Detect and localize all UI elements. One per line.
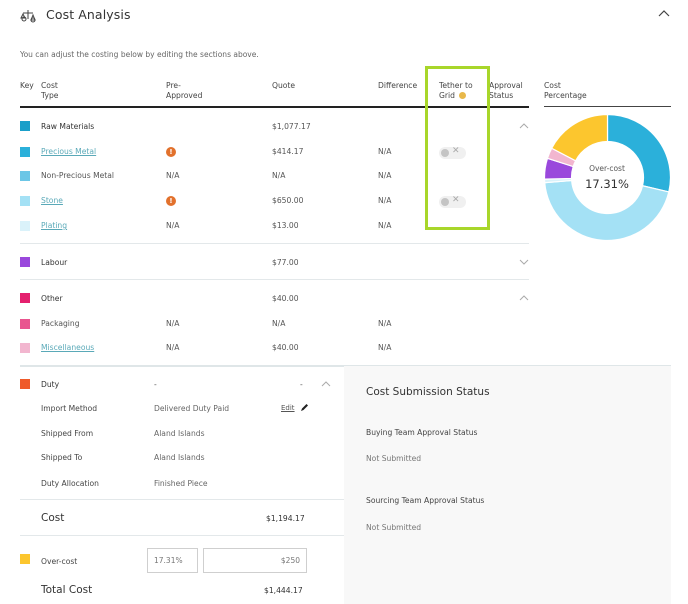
column-header-pre-approved-line1: Pre- bbox=[166, 81, 181, 90]
difference-packaging: N/A bbox=[378, 319, 392, 328]
duty-value: - bbox=[154, 380, 157, 389]
column-header-cost-type: Cost Type bbox=[41, 81, 58, 101]
duty-field-value-shipped-to: Aland Islands bbox=[154, 453, 205, 462]
link-stone[interactable]: Stone bbox=[41, 196, 63, 205]
key-swatch-non-precious-metal bbox=[20, 171, 30, 181]
over-cost-amount-input[interactable]: $250 bbox=[203, 548, 307, 573]
donut-center-label: Over-cost bbox=[589, 164, 625, 173]
column-header-difference: Difference bbox=[378, 81, 418, 90]
row-label-labour: Labour bbox=[41, 258, 68, 267]
duty-field-label-import-method: Import Method bbox=[41, 404, 98, 413]
chevron-up-icon[interactable] bbox=[519, 294, 529, 302]
key-swatch-precious-metal bbox=[20, 147, 30, 157]
duty-field-label-shipped-from: Shipped From bbox=[41, 429, 94, 438]
duty-field-value-import-method: Delivered Duty Paid bbox=[154, 404, 230, 413]
key-swatch-stone bbox=[20, 196, 30, 206]
column-header-pre-approved-line2: Approved bbox=[166, 91, 203, 100]
row-label-raw-materials: Raw Materials bbox=[41, 122, 95, 131]
duty-field-label-duty-allocation: Duty Allocation bbox=[41, 479, 99, 488]
duty-field-label-shipped-to: Shipped To bbox=[41, 453, 83, 462]
cost-value: $1,194.17 bbox=[266, 514, 305, 523]
pre-approved-plating: N/A bbox=[166, 221, 180, 230]
column-header-approval-line1: Approval bbox=[489, 81, 523, 90]
over-cost-percent-input[interactable]: 17.31% bbox=[147, 548, 198, 573]
warning-icon: ! bbox=[166, 147, 176, 157]
quote-plating: $13.00 bbox=[272, 221, 299, 230]
link-miscellaneous[interactable]: Miscellaneous bbox=[41, 343, 94, 352]
duty-value-2: - bbox=[300, 380, 303, 389]
column-header-cost-type-line1: Cost bbox=[41, 81, 58, 90]
submission-title: Cost Submission Status bbox=[366, 386, 490, 398]
link-precious-metal[interactable]: Precious Metal bbox=[41, 147, 96, 156]
row-label-packaging: Packaging bbox=[41, 319, 80, 328]
sourcing-team-status: Not Submitted bbox=[366, 523, 422, 532]
key-swatch-duty bbox=[20, 379, 30, 389]
column-header-cost-type-line2: Type bbox=[41, 91, 59, 100]
difference-plating: N/A bbox=[378, 221, 392, 230]
quote-packaging: N/A bbox=[272, 319, 286, 328]
column-header-cost-pct-line1: Cost bbox=[544, 81, 561, 90]
pre-approved-non-precious-metal: N/A bbox=[166, 171, 180, 180]
chart-header-divider bbox=[544, 106, 671, 107]
key-swatch-miscellaneous bbox=[20, 343, 30, 353]
scales-icon bbox=[20, 10, 36, 23]
duty-field-value-shipped-from: Aland Islands bbox=[154, 429, 205, 438]
tether-column-highlight bbox=[425, 66, 490, 230]
chevron-up-icon[interactable] bbox=[657, 7, 671, 19]
edit-link[interactable]: Edit bbox=[281, 404, 295, 412]
duty-field-value-duty-allocation: Finished Piece bbox=[154, 479, 208, 488]
difference-non-precious-metal: N/A bbox=[378, 171, 392, 180]
warning-icon: ! bbox=[166, 196, 176, 206]
key-swatch-packaging bbox=[20, 319, 30, 329]
quote-raw-materials: $1,077.17 bbox=[272, 122, 311, 131]
row-label-other: Other bbox=[41, 294, 63, 303]
quote-other: $40.00 bbox=[272, 294, 299, 303]
section-title: Cost Analysis bbox=[46, 7, 131, 22]
buying-team-label: Buying Team Approval Status bbox=[366, 428, 478, 437]
pre-approved-miscellaneous: N/A bbox=[166, 343, 180, 352]
cost-label: Cost bbox=[41, 512, 65, 524]
total-cost-value: $1,444.17 bbox=[264, 586, 303, 595]
link-plating[interactable]: Plating bbox=[41, 221, 67, 230]
column-header-key: Key bbox=[20, 81, 34, 90]
column-header-pre-approved: Pre- Approved bbox=[166, 81, 202, 101]
total-cost-label: Total Cost bbox=[41, 584, 93, 596]
key-swatch-plating bbox=[20, 221, 30, 231]
key-swatch-labour bbox=[20, 257, 30, 267]
cost-submission-panel: Cost Submission Status Buying Team Appro… bbox=[344, 366, 671, 604]
chevron-down-icon[interactable] bbox=[519, 258, 529, 266]
over-cost-label: Over-cost bbox=[41, 557, 78, 566]
column-header-approval-line2: Status bbox=[489, 91, 514, 100]
sourcing-team-label: Sourcing Team Approval Status bbox=[366, 496, 485, 505]
row-label-non-precious-metal: Non-Precious Metal bbox=[41, 171, 115, 180]
buying-team-status: Not Submitted bbox=[366, 454, 422, 463]
difference-stone: N/A bbox=[378, 196, 392, 205]
difference-miscellaneous: N/A bbox=[378, 343, 392, 352]
donut-center-value: 17.31% bbox=[585, 177, 629, 191]
quote-non-precious-metal: N/A bbox=[272, 171, 286, 180]
pencil-icon[interactable] bbox=[300, 403, 309, 412]
quote-labour: $77.00 bbox=[272, 258, 299, 267]
column-header-quote: Quote bbox=[272, 81, 296, 90]
difference-precious-metal: N/A bbox=[378, 147, 392, 156]
column-header-cost-pct-line2: Percentage bbox=[544, 91, 587, 100]
quote-miscellaneous: $40.00 bbox=[272, 343, 299, 352]
key-swatch-over-cost bbox=[20, 554, 30, 564]
quote-precious-metal: $414.17 bbox=[272, 147, 304, 156]
intro-text: You can adjust the costing below by edit… bbox=[20, 50, 259, 59]
chevron-up-icon[interactable] bbox=[519, 122, 529, 130]
row-divider bbox=[20, 499, 344, 500]
column-header-cost-percentage: Cost Percentage bbox=[544, 81, 587, 101]
row-divider bbox=[20, 243, 529, 244]
quote-stone: $650.00 bbox=[272, 196, 304, 205]
row-divider bbox=[20, 279, 529, 280]
chevron-up-icon[interactable] bbox=[321, 380, 331, 388]
key-swatch-other bbox=[20, 293, 30, 303]
column-header-approval: Approval Status bbox=[489, 81, 523, 101]
pre-approved-packaging: N/A bbox=[166, 319, 180, 328]
row-divider bbox=[20, 535, 344, 536]
row-label-duty: Duty bbox=[41, 380, 60, 389]
key-swatch-raw-materials bbox=[20, 121, 30, 131]
